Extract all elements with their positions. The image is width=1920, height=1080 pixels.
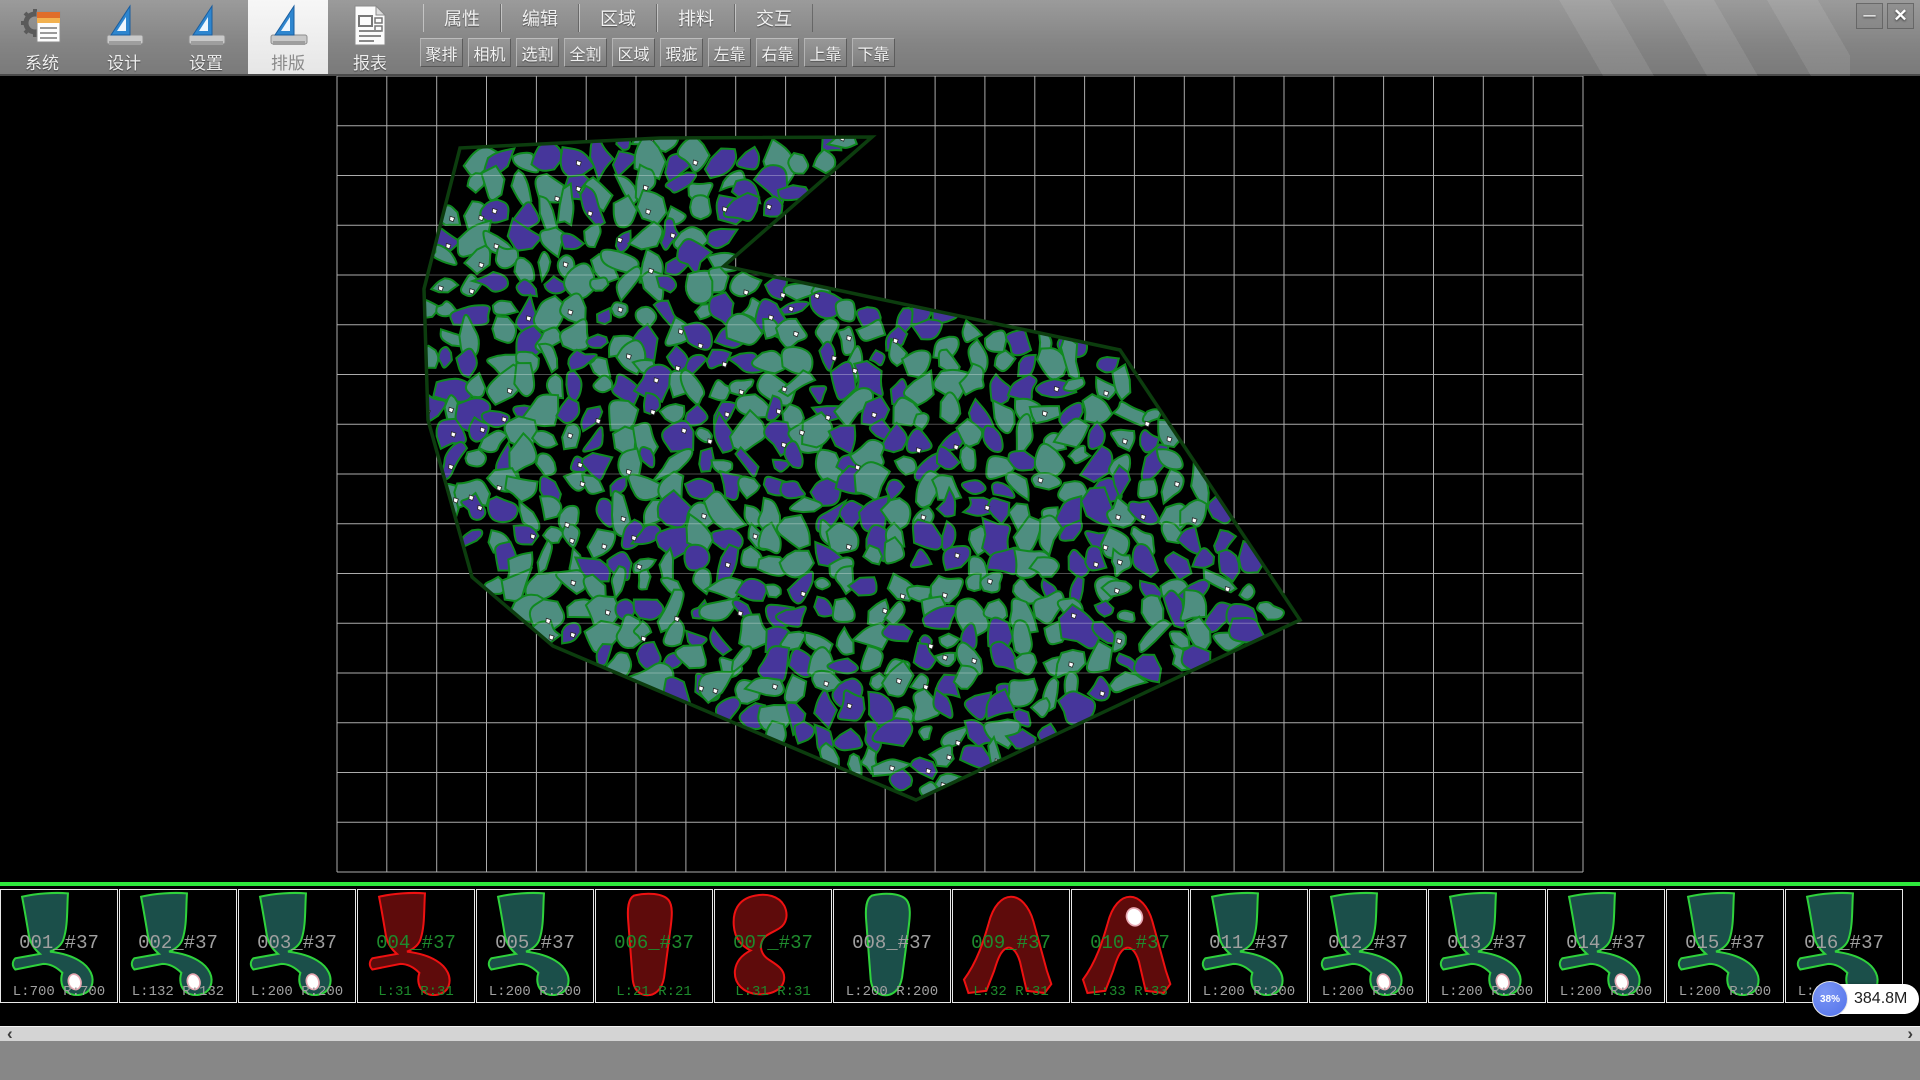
tool-defect[interactable]: 瑕疵 (660, 38, 703, 67)
tab-nesting[interactable]: 排料 (657, 4, 735, 32)
design-triangle-icon (102, 3, 146, 47)
piece-dimensions: L:200 R:200 (1310, 984, 1426, 1000)
nesting-button[interactable]: 排版 (248, 0, 328, 74)
tool-camera[interactable]: 相机 (468, 38, 511, 67)
minimize-button[interactable]: ─ (1856, 3, 1883, 29)
tab-interactive[interactable]: 交互 (735, 4, 813, 32)
thumbnail-piece-007_#37[interactable]: 007_#37 L:31 R:31 (714, 889, 832, 1003)
tool-align-bottom[interactable]: 下靠 (852, 38, 895, 67)
horizontal-scrollbar[interactable]: ‹ › (0, 1026, 1920, 1041)
thumbnail-piece-015_#37[interactable]: 015_#37 L:200 R:200 (1666, 889, 1784, 1003)
piece-dimensions: L:32 R:31 (953, 984, 1069, 1000)
piece-name: 007_#37 (715, 932, 831, 954)
piece-name: 006_#37 (596, 932, 712, 954)
piece-name: 001_#37 (1, 932, 117, 954)
tool-align-right[interactable]: 右靠 (756, 38, 799, 67)
tool-align-top[interactable]: 上靠 (804, 38, 847, 67)
thumbnail-piece-001_#37[interactable]: 001_#37 L:700 R:700 (0, 889, 118, 1003)
piece-dimensions: L:200 R:200 (1667, 984, 1783, 1000)
piece-dimensions: L:31 R:31 (715, 984, 831, 1000)
progress-percent: 38% (1812, 981, 1848, 1017)
nesting-button-label: 排版 (271, 49, 305, 74)
tool-region[interactable]: 区域 (612, 38, 655, 67)
tool-cut-all[interactable]: 全割 (564, 38, 607, 67)
settings-button-label: 设置 (189, 49, 223, 74)
scroll-right-icon[interactable]: › (1907, 1025, 1913, 1042)
piece-name: 012_#37 (1310, 932, 1426, 954)
tab-region[interactable]: 区域 (579, 4, 657, 32)
thumbnail-piece-004_#37[interactable]: 004_#37 L:31 R:31 (357, 889, 475, 1003)
thumbnail-piece-006_#37[interactable]: 006_#37 L:21 R:21 (595, 889, 713, 1003)
settings-button[interactable]: 设置 (166, 0, 246, 74)
piece-dimensions: L:700 R:700 (1, 984, 117, 1000)
thumbnail-piece-002_#37[interactable]: 002_#37 L:132 R:132 (119, 889, 237, 1003)
piece-name: 013_#37 (1429, 932, 1545, 954)
main-toolbar: 系统 设计 设置 (0, 0, 1920, 76)
piece-name: 010_#37 (1072, 932, 1188, 954)
piece-name: 008_#37 (834, 932, 950, 954)
progress-size: 384.8M (1854, 990, 1907, 1008)
thumbnail-piece-012_#37[interactable]: 012_#37 L:200 R:200 (1309, 889, 1427, 1003)
thumbnail-piece-003_#37[interactable]: 003_#37 L:200 R:200 (238, 889, 356, 1003)
piece-name: 009_#37 (953, 932, 1069, 954)
progress-badge[interactable]: 38% 384.8M (1814, 984, 1919, 1014)
tab-properties[interactable]: 属性 (423, 4, 501, 32)
thumbnail-piece-008_#37[interactable]: 008_#37 L:200 R:200 (833, 889, 951, 1003)
window-controls: ─ ✕ (1856, 3, 1914, 29)
tool-cut-selected[interactable]: 选割 (516, 38, 559, 67)
piece-name: 003_#37 (239, 932, 355, 954)
piece-dimensions: L:200 R:200 (1548, 984, 1664, 1000)
tool-cluster-nest[interactable]: 聚排 (420, 38, 463, 67)
piece-dimensions: L:132 R:132 (120, 984, 236, 1000)
thumbnail-piece-011_#37[interactable]: 011_#37 L:200 R:200 (1190, 889, 1308, 1003)
app-window: 系统 设计 设置 (0, 0, 1920, 1080)
piece-name: 002_#37 (120, 932, 236, 954)
thumbnail-piece-005_#37[interactable]: 005_#37 L:200 R:200 (476, 889, 594, 1003)
nesting-drawing (0, 76, 1920, 882)
piece-name: 011_#37 (1191, 932, 1307, 954)
nesting-triangle-icon (266, 3, 310, 47)
report-button-label: 报表 (353, 49, 387, 74)
thumbnail-piece-010_#37[interactable]: 010_#37 L:33 R:33 (1071, 889, 1189, 1003)
settings-triangle-icon (184, 3, 228, 47)
nesting-canvas[interactable] (0, 76, 1920, 882)
piece-name: 014_#37 (1548, 932, 1664, 954)
tool-button-bar: 聚排 相机 选割 全割 区域 瑕疵 左靠 右靠 上靠 下靠 (420, 38, 895, 67)
strip-gap (0, 1005, 1920, 1026)
piece-dimensions: L:21 R:21 (596, 984, 712, 1000)
piece-name: 004_#37 (358, 932, 474, 954)
piece-name: 016_#37 (1786, 932, 1902, 954)
thumbnail-piece-013_#37[interactable]: 013_#37 L:200 R:200 (1428, 889, 1546, 1003)
piece-thumbnail-strip: 001_#37L:700 R:700002_#37L:132 R:132003_… (0, 882, 1920, 1005)
app-button-group: 系统 设计 设置 (2, 0, 412, 74)
piece-dimensions: L:200 R:200 (239, 984, 355, 1000)
piece-dimensions: L:33 R:33 (1072, 984, 1188, 1000)
window-footer (0, 1041, 1920, 1080)
report-doc-icon (348, 3, 392, 47)
system-gear-icon (20, 3, 64, 47)
system-button[interactable]: 系统 (2, 0, 82, 74)
piece-dimensions: L:200 R:200 (1191, 984, 1307, 1000)
scroll-left-icon[interactable]: ‹ (7, 1025, 13, 1042)
piece-name: 005_#37 (477, 932, 593, 954)
thumbnail-strip: 001_#37L:700 R:700002_#37L:132 R:132003_… (0, 889, 1904, 1003)
system-button-label: 系统 (25, 49, 59, 74)
piece-dimensions: L:200 R:200 (1429, 984, 1545, 1000)
thumbnail-piece-014_#37[interactable]: 014_#37 L:200 R:200 (1547, 889, 1665, 1003)
report-button[interactable]: 报表 (330, 0, 410, 74)
tab-edit[interactable]: 编辑 (501, 4, 579, 32)
design-button-label: 设计 (107, 49, 141, 74)
piece-name: 015_#37 (1667, 932, 1783, 954)
piece-dimensions: L:31 R:31 (358, 984, 474, 1000)
close-button[interactable]: ✕ (1887, 3, 1914, 29)
tool-align-left[interactable]: 左靠 (708, 38, 751, 67)
thumbnail-piece-009_#37[interactable]: 009_#37 L:32 R:31 (952, 889, 1070, 1003)
piece-dimensions: L:200 R:200 (834, 984, 950, 1000)
piece-dimensions: L:200 R:200 (477, 984, 593, 1000)
design-button[interactable]: 设计 (84, 0, 164, 74)
menu-tab-bar: 属性 编辑 区域 排料 交互 (423, 4, 813, 32)
